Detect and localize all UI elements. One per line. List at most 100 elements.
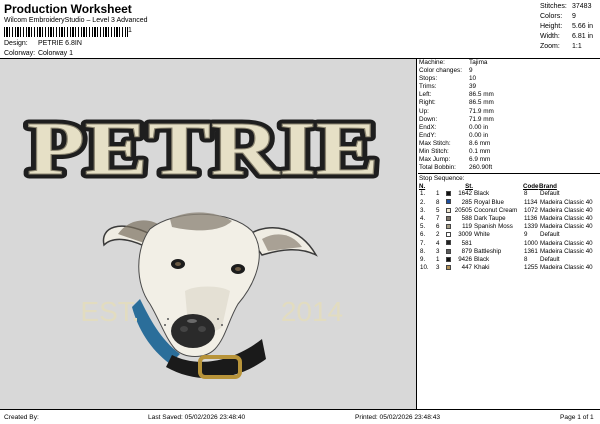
needle-number: 2 (436, 231, 440, 239)
thread-name (473, 240, 523, 248)
thread-name: Black (474, 190, 490, 198)
colorway-field: Colorway: Colorway 1 (4, 50, 73, 57)
info-label: Stops: (419, 75, 438, 83)
info-value: Tajima (469, 59, 488, 66)
info-value: 0.1 mm (469, 148, 491, 156)
color-swatch (445, 256, 453, 264)
color-swatch (445, 215, 453, 223)
machine-info-row: Up: 71.9 mm (418, 108, 600, 116)
stitch-count: 879 (461, 247, 472, 255)
est-text: EST. (80, 296, 139, 327)
table-row: 4. 7 588 Dark Taupe 1136 Madeira Classic 40 (419, 215, 594, 223)
thread-code: 1339 (524, 223, 538, 231)
stitch-count: 3009 (458, 231, 472, 239)
thread-name: White (474, 231, 490, 239)
thread-color-swatch (446, 191, 451, 197)
stop-index: 6. (420, 231, 426, 239)
info-value: 0.00 in (469, 131, 489, 139)
thread-name: Spanish Moss (474, 223, 513, 231)
thread-name: Dark Taupe (474, 214, 506, 222)
info-label: EndX: (419, 123, 437, 131)
table-row: 1. 1 1642 Black 8 Default (419, 190, 594, 198)
stat-row: Colors: 9 (540, 13, 576, 20)
stitch-count: 285 (461, 198, 472, 206)
stat-row: Zoom: 1:1 (540, 43, 582, 50)
machine-info-row: Max Stitch: 8.6 mm (418, 140, 600, 148)
stop-index: 8. (420, 247, 426, 255)
thread-brand: Madeira Classic 40 (540, 264, 593, 272)
thread-color-swatch (446, 199, 451, 205)
info-label: Up: (419, 107, 429, 115)
machine-info-panel: Machine: Tajima Color changes: 9 Stops: 10 Tri… (418, 59, 600, 409)
design-title-text: PETRIE (27, 107, 379, 191)
info-value: 0.00 in (469, 123, 489, 131)
machine-info-row: EndY: 0.00 in (418, 132, 600, 140)
stitch-count: 119 (462, 223, 472, 231)
machine-info-row: Stops: 10 (418, 75, 600, 83)
stop-index: 5. (420, 223, 426, 231)
machine-info-row: Trims: 39 (418, 83, 600, 91)
printed-date: Printed: 05/02/2026 23:48:43 (355, 414, 441, 421)
table-header-row: N. St. Code Brand (419, 182, 557, 190)
thread-brand: Madeira Classic 40 (540, 214, 593, 222)
thread-brand: Madeira Classic 40 (540, 247, 593, 255)
thread-brand: Madeira Classic 40 (540, 206, 593, 214)
color-swatch (445, 248, 453, 256)
thread-code: 8 (524, 190, 528, 198)
color-swatch (445, 240, 453, 248)
stat-row: Height: 5.66 in (540, 23, 594, 30)
thread-color-swatch (446, 215, 451, 221)
thread-brand: Default (540, 255, 560, 263)
machine-info-row: Right: 86.5 mm (418, 99, 600, 107)
thread-color-swatch (446, 240, 451, 246)
machine-info-row: Down: 71.9 mm (418, 116, 600, 124)
needle-number: 7 (436, 214, 440, 222)
software-name: Wilcom EmbroideryStudio – Level 3 Advanc… (4, 17, 148, 24)
table-row: 9. 1 9426 Black 8 Default (419, 256, 594, 264)
needle-number: 4 (436, 239, 440, 247)
table-row: 8. 3 879 Battleship 1361 Madeira Classic 40 (419, 248, 594, 256)
needle-number: 1 (436, 190, 440, 198)
info-value: 6.9 mm (469, 156, 491, 164)
thread-code: 1136 (524, 214, 538, 222)
info-value: 10 (469, 75, 477, 83)
table-row: 2. 8 285 Royal Blue 1134 Madeira Classic 40 (419, 199, 594, 207)
colorway-label: Colorway: (4, 50, 36, 57)
thread-code: 1255 (524, 264, 538, 272)
embroidery-artwork: PETRIE PETRIE EST. 2014 (23, 103, 384, 379)
thread-code: 9 (524, 231, 528, 239)
color-swatch (445, 190, 453, 198)
info-label: Color changes: (419, 67, 462, 75)
table-row: 7. 4 581 1000 Madeira Classic 40 (419, 240, 594, 248)
color-swatch (445, 223, 453, 231)
info-label: Max Stitch: (419, 139, 451, 147)
design-stats: Stitches: 37483 Colors: 9 Height: 5.66 in W… (540, 2, 598, 52)
thread-name: Black (474, 255, 490, 263)
thread-name: Coconut Cream (474, 206, 518, 214)
year-text: 2014 (281, 296, 343, 327)
page-number: Page 1 of 1 (560, 414, 594, 421)
stitch-count: 9426 (458, 255, 472, 263)
info-value: 86.5 mm (469, 99, 494, 107)
info-value: 71.9 mm (469, 107, 494, 115)
table-row: 6. 2 3009 White 9 Default (419, 231, 594, 239)
color-swatch (445, 231, 453, 239)
stop-index: 2. (420, 198, 426, 206)
info-label: Min Stitch: (419, 148, 449, 156)
last-saved: Last Saved: 05/02/2026 23:48:40 (148, 414, 246, 421)
thread-color-swatch (446, 232, 451, 238)
needle-number: 5 (436, 206, 440, 214)
stop-index: 4. (420, 214, 426, 222)
stat-row: Width: 6.81 in (540, 33, 594, 40)
thread-brand: Default (540, 231, 560, 239)
info-label: Left: (419, 91, 432, 99)
table-row: 10. 3 447 Khaki 1255 Madeira Classic 40 (419, 264, 594, 272)
thread-color-swatch (446, 248, 451, 254)
stitch-count: 581 (461, 239, 472, 247)
footer: Created By: Last Saved: 05/02/2026 23:48… (0, 409, 600, 424)
info-label: Max Jump: (419, 156, 451, 164)
thread-code: 1134 (524, 198, 538, 206)
thread-color-swatch (446, 265, 451, 270)
machine-info-row: Min Stitch: 0.1 mm (418, 148, 600, 156)
barcode (4, 27, 128, 37)
